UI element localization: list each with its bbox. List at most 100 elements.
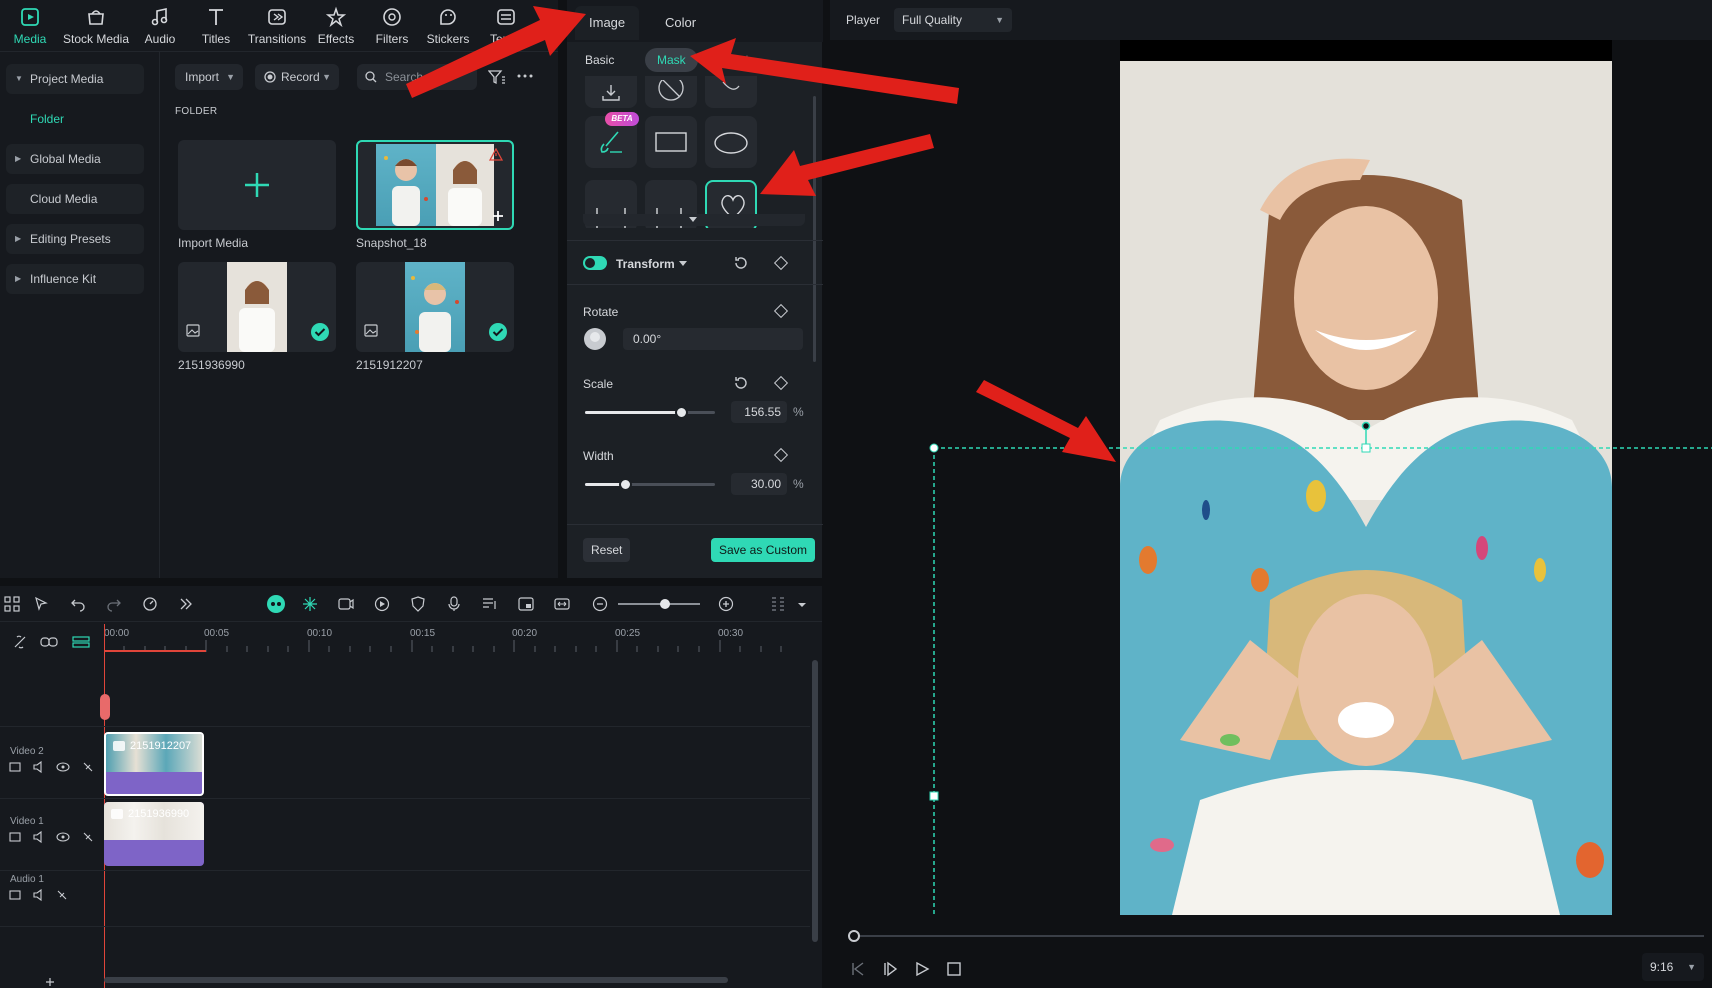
caret-down-icon[interactable] — [679, 261, 687, 267]
keyframe-diamond-icon[interactable] — [773, 303, 789, 319]
split-sparkle-icon[interactable] — [302, 596, 318, 612]
sidebar-item-cloud-media[interactable]: Cloud Media — [6, 184, 144, 214]
width-slider[interactable] — [585, 478, 715, 491]
reset-icon[interactable] — [733, 255, 749, 271]
layout-grid-icon[interactable] — [770, 596, 786, 612]
link-icon[interactable] — [40, 634, 58, 650]
keyframe-diamond-icon[interactable] — [773, 255, 789, 271]
sidebar-item-project-media[interactable]: ▼ Project Media — [6, 64, 144, 94]
rotate-dial[interactable] — [584, 328, 606, 350]
ai-speed-icon[interactable] — [142, 596, 158, 612]
next-frame-icon[interactable] — [882, 961, 898, 977]
scale-slider[interactable] — [585, 406, 715, 419]
tab-filters[interactable]: Filters — [362, 6, 422, 50]
audio-list-icon[interactable] — [482, 596, 498, 612]
microphone-icon[interactable] — [446, 596, 462, 612]
rotate-input[interactable]: 0.00° — [623, 328, 803, 350]
tab-media[interactable]: Media — [0, 6, 60, 50]
mask-draw[interactable] — [705, 76, 757, 108]
select-tool-icon[interactable] — [34, 596, 50, 612]
tick-label: 00:15 — [410, 628, 436, 639]
previous-frame-icon[interactable] — [850, 961, 866, 977]
tab-stock-media[interactable]: Stock Media — [62, 6, 130, 50]
zoom-in-icon[interactable] — [718, 596, 734, 612]
tab-color[interactable]: Color — [651, 6, 710, 40]
media-item-snapshot[interactable] — [356, 140, 514, 230]
transform-toggle[interactable] — [583, 256, 607, 270]
width-input[interactable]: 30.00 — [731, 473, 787, 495]
clip-video-1[interactable]: 2151936990 — [104, 802, 204, 866]
add-icon[interactable] — [492, 210, 504, 222]
templates-icon — [497, 9, 515, 25]
sidebar-item-global-media[interactable]: ▶ Global Media — [6, 144, 144, 174]
divider — [567, 240, 823, 241]
media-item-image-1[interactable] — [178, 262, 336, 352]
tab-templates[interactable]: Templ — [476, 6, 536, 50]
media-item-image-2[interactable] — [356, 262, 514, 352]
pip-icon[interactable] — [518, 596, 534, 612]
reset-button[interactable]: Reset — [583, 538, 631, 562]
mask-import[interactable] — [585, 76, 637, 108]
sidebar-item-influence-kit[interactable]: ▶ Influence Kit — [6, 264, 144, 294]
timeline-ruler[interactable]: 00:00 00:05 00:10 00:15 00:20 00:25 00:3… — [104, 626, 804, 652]
tab-stickers[interactable]: Stickers — [418, 6, 478, 50]
slider-knob[interactable] — [660, 599, 670, 609]
import-media-tile[interactable] — [178, 140, 336, 230]
multicam-icon[interactable] — [338, 596, 354, 612]
subtab-mask[interactable]: Mask — [645, 48, 698, 72]
more-tools-icon[interactable] — [178, 596, 194, 612]
track-name: Video 2 — [10, 746, 44, 757]
slider-knob[interactable] — [675, 406, 689, 419]
progress-knob[interactable] — [848, 930, 860, 942]
scale-input[interactable]: 156.55 — [731, 401, 787, 423]
sidebar-item-folder[interactable]: Folder — [6, 104, 144, 134]
tab-titles[interactable]: Titles — [186, 6, 246, 50]
playback-progress[interactable] — [848, 930, 1704, 942]
sidebar-item-editing-presets[interactable]: ▶ Editing Presets — [6, 224, 144, 254]
slider-knob[interactable] — [619, 478, 633, 491]
redo-icon[interactable] — [106, 596, 122, 612]
tab-transitions[interactable]: Transitions — [244, 6, 310, 50]
filter-icon[interactable] — [488, 69, 506, 85]
timeline-horizontal-scrollbar[interactable] — [104, 977, 728, 983]
add-track-icon[interactable] — [72, 634, 90, 650]
playhead-marker[interactable] — [100, 694, 110, 720]
mask-circle[interactable] — [705, 116, 757, 168]
keyframe-diamond-icon[interactable] — [773, 447, 789, 463]
reset-icon[interactable] — [733, 375, 749, 391]
subtab-tools[interactable]: ols — [727, 48, 766, 72]
quality-dropdown[interactable]: Full Quality ▼ — [894, 8, 1012, 32]
grid-icon[interactable] — [4, 596, 20, 612]
search-input[interactable]: Search... — [357, 64, 477, 90]
mask-none[interactable] — [645, 76, 697, 108]
keyframe-diamond-icon[interactable] — [773, 375, 789, 391]
save-as-custom-button[interactable]: Save as Custom — [711, 538, 816, 562]
chevron-down-icon[interactable] — [798, 596, 806, 612]
fit-width-icon[interactable] — [554, 596, 570, 612]
zoom-out-icon[interactable] — [592, 596, 608, 612]
expand-mask-bar[interactable] — [583, 214, 805, 226]
properties-scrollbar[interactable] — [813, 96, 816, 362]
record-dropdown[interactable]: Record ▼ — [255, 64, 339, 90]
import-dropdown[interactable]: Import ▼ — [175, 64, 243, 90]
clip-label: 2151912207 — [130, 740, 192, 752]
zoom-slider[interactable] — [618, 599, 700, 609]
shield-icon[interactable] — [410, 596, 426, 612]
aspect-ratio-dropdown[interactable]: 9:16 ▼ — [1642, 953, 1704, 981]
plus-icon[interactable] — [46, 978, 54, 986]
play-icon[interactable] — [914, 961, 930, 977]
tab-audio[interactable]: Audio — [130, 6, 190, 50]
tab-effects[interactable]: Effects — [306, 6, 366, 50]
mask-rectangle[interactable] — [645, 116, 697, 168]
tab-image[interactable]: Image — [575, 6, 640, 40]
clip-video-2[interactable]: 2151912207 — [104, 732, 204, 796]
undo-icon[interactable] — [70, 596, 86, 612]
more-options-icon[interactable] — [517, 73, 533, 79]
play-circle-icon[interactable] — [374, 596, 390, 612]
timeline-vertical-scrollbar[interactable] — [812, 660, 818, 942]
snap-icon[interactable] — [12, 634, 28, 650]
mask-bounding-box[interactable] — [830, 40, 1712, 920]
subtab-basic[interactable]: Basic — [573, 48, 626, 72]
stop-icon[interactable] — [946, 961, 962, 977]
ai-assist-icon[interactable] — [266, 594, 286, 614]
